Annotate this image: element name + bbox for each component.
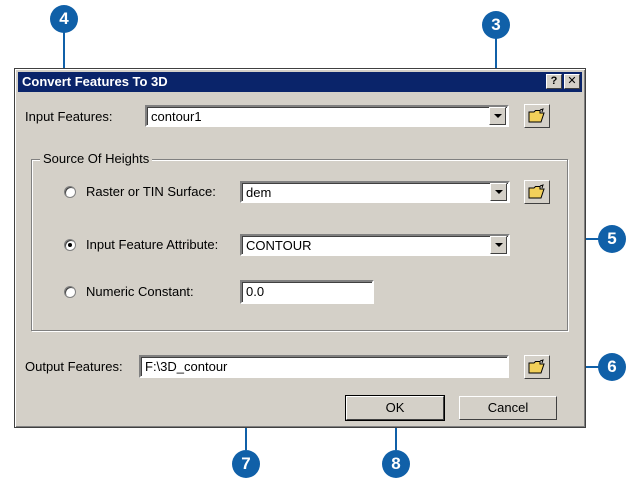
output-features-label: Output Features: (25, 359, 123, 374)
raster-tin-browse-button[interactable] (524, 180, 550, 204)
open-folder-icon (528, 184, 545, 199)
input-feature-attribute-combo[interactable]: CONTOUR (240, 234, 510, 256)
raster-tin-value: dem (246, 185, 272, 200)
open-folder-icon (528, 359, 545, 374)
callout-4: 4 (50, 5, 78, 33)
input-feature-attribute-label: Input Feature Attribute: (86, 237, 219, 252)
raster-tin-dropdown-button[interactable] (490, 183, 507, 201)
ok-button[interactable]: OK (345, 395, 445, 421)
callout-6: 6 (598, 353, 626, 381)
help-button[interactable]: ? (546, 74, 562, 89)
numeric-constant-value: 0.0 (246, 284, 265, 299)
output-features-browse-button[interactable] (524, 355, 550, 379)
callout-3: 3 (482, 11, 510, 39)
input-features-combo[interactable]: contour1 (145, 105, 509, 127)
callout-7: 7 (232, 450, 260, 478)
callout-5: 5 (598, 225, 626, 253)
input-features-label: Input Features: (25, 109, 113, 124)
raster-tin-combo[interactable]: dem (240, 181, 510, 203)
cancel-button[interactable]: Cancel (459, 396, 557, 420)
close-button[interactable]: ✕ (564, 74, 580, 89)
input-features-value: contour1 (151, 109, 202, 124)
numeric-constant-label: Numeric Constant: (86, 284, 194, 299)
numeric-constant-field[interactable]: 0.0 (240, 280, 374, 304)
raster-tin-label: Raster or TIN Surface: (86, 184, 216, 199)
raster-tin-radio[interactable] (64, 186, 76, 198)
output-features-value: F:\3D_contour (145, 359, 228, 374)
callout-8: 8 (382, 450, 410, 478)
input-feature-attribute-value: CONTOUR (246, 238, 312, 253)
source-of-heights-group: Source Of Heights Raster or TIN Surface:… (31, 151, 568, 331)
title-bar: Convert Features To 3D ? ✕ (18, 72, 582, 92)
convert-features-dialog: Convert Features To 3D ? ✕ Input Feature… (14, 68, 586, 428)
numeric-constant-radio[interactable] (64, 286, 76, 298)
output-features-field[interactable]: F:\3D_contour (139, 355, 509, 378)
input-feature-attribute-dropdown-button[interactable] (490, 236, 507, 254)
input-features-dropdown-button[interactable] (489, 107, 506, 125)
input-features-browse-button[interactable] (524, 104, 550, 128)
open-folder-icon (528, 108, 545, 123)
input-feature-attribute-radio[interactable] (64, 239, 76, 251)
source-of-heights-title: Source Of Heights (40, 151, 153, 166)
dialog-title: Convert Features To 3D (22, 74, 168, 89)
